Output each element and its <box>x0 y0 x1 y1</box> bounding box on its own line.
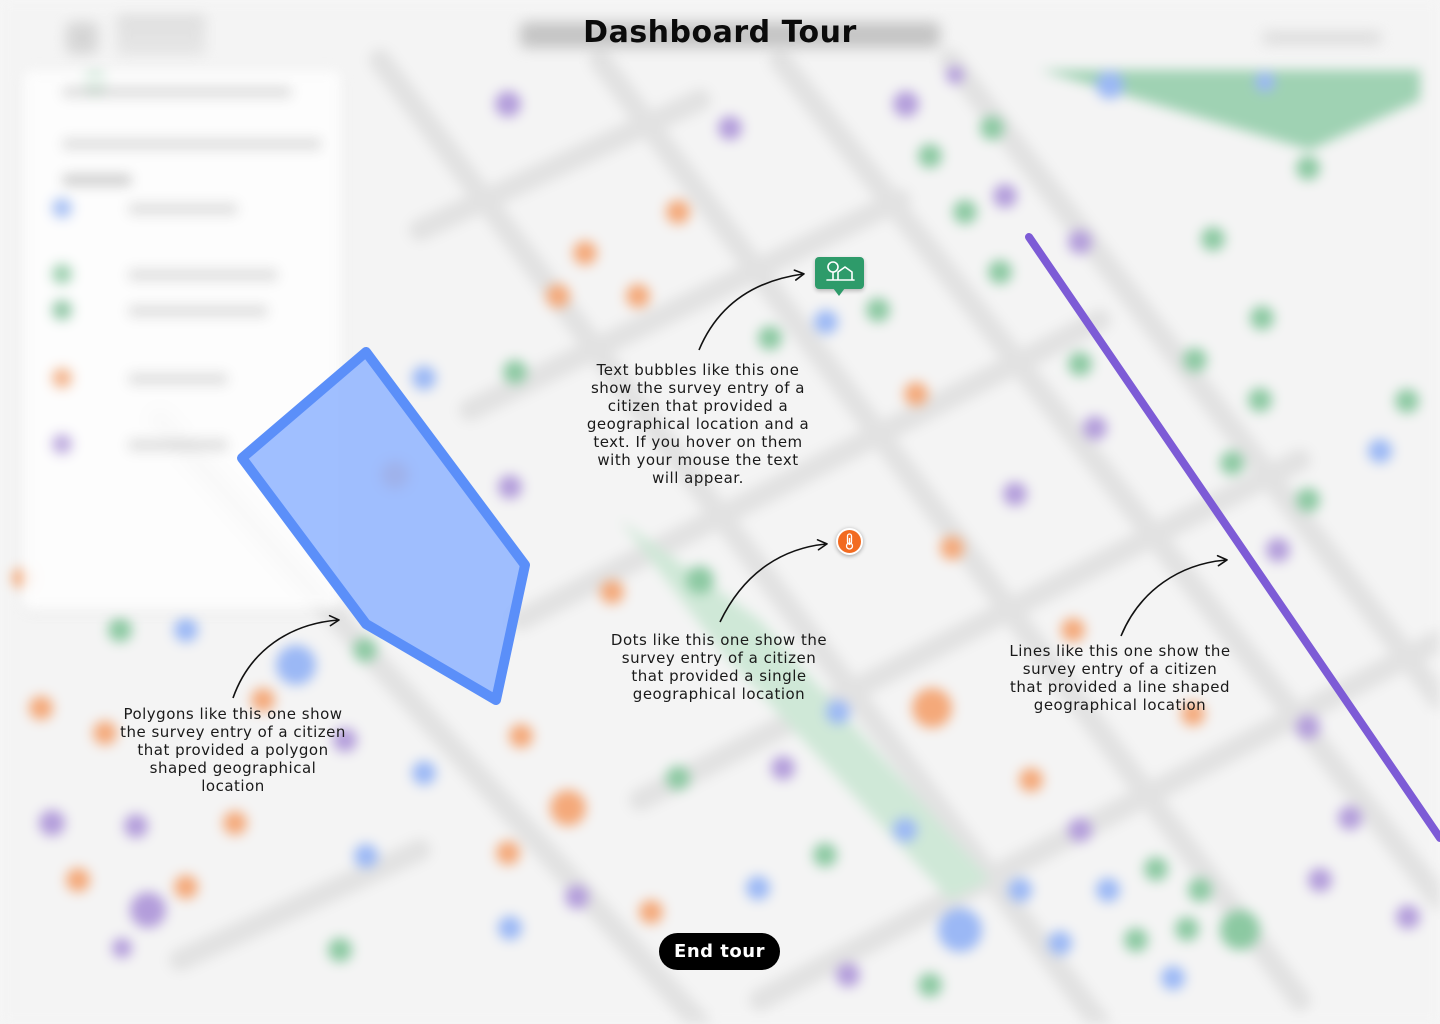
map-location-icon <box>826 261 855 281</box>
dot-explanation: Dots like this one show the survey entry… <box>610 631 828 703</box>
text-bubble-pointer-arrow <box>698 269 805 351</box>
example-polygon-shape[interactable] <box>237 347 530 705</box>
polygon-pointer-arrow <box>232 614 340 699</box>
dot-pointer-arrow <box>719 539 828 623</box>
line-explanation: Lines like this one show the survey entr… <box>1009 642 1231 714</box>
tour-overlay-graphics <box>232 233 1440 842</box>
text-bubble-explanation: Text bubbles like this one show the surv… <box>586 361 810 487</box>
polygon-explanation: Polygons like this one show the survey e… <box>120 705 346 795</box>
text-bubble-tail <box>833 288 845 296</box>
example-dot-marker[interactable] <box>836 528 863 555</box>
example-line-shape[interactable] <box>1025 233 1440 842</box>
example-text-bubble-marker[interactable] <box>815 257 864 300</box>
text-bubble-box <box>815 257 864 289</box>
thermometer-icon <box>845 533 854 550</box>
line-pointer-arrow <box>1120 554 1228 637</box>
end-tour-button[interactable]: End tour <box>659 933 780 970</box>
